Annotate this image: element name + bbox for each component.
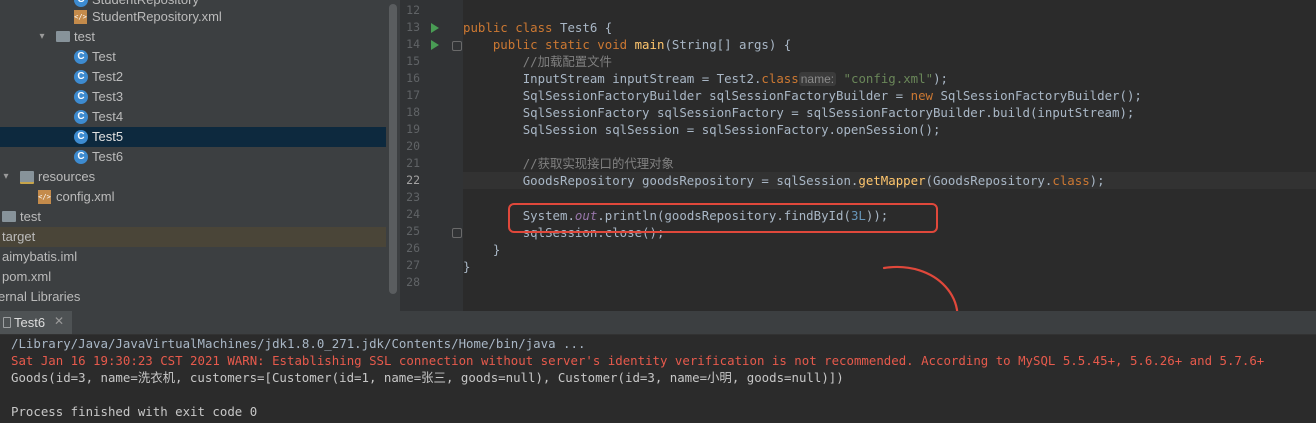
tree-item-resources[interactable]: ▾ resources — [0, 167, 386, 187]
code-line-15: //加载配置文件 — [522, 54, 612, 69]
class-icon: C — [74, 0, 88, 7]
tree-item-test-folder[interactable]: ▾ test — [0, 27, 386, 47]
line-number: 16 — [406, 71, 420, 85]
tree-item-aimybatis-iml[interactable]: aimybatis.iml — [0, 247, 386, 267]
line-number: 24 — [406, 207, 420, 221]
tree-item-test6[interactable]: C Test6 — [0, 147, 386, 167]
tree-item-pom-xml[interactable]: pom.xml — [0, 267, 386, 287]
line-number: 13 — [406, 20, 420, 34]
code-line-18: SqlSessionFactory sqlSessionFactory = sq… — [522, 105, 1135, 120]
project-tree: C StudentRepository </> StudentRepositor… — [0, 0, 400, 311]
console-warning-line: Sat Jan 16 19:30:23 CST 2021 WARN: Estab… — [11, 353, 1265, 368]
fold-marker-icon[interactable] — [452, 41, 462, 51]
tree-item-test4[interactable]: C Test4 — [0, 107, 386, 127]
highlight-box-annotation — [508, 203, 938, 233]
line-number: 19 — [406, 122, 420, 136]
class-icon: C — [74, 150, 88, 164]
class-icon: C — [74, 110, 88, 124]
run-tab-bar: Test6 ✕ — [0, 311, 1316, 335]
tree-scrollbar[interactable] — [389, 4, 397, 294]
line-number: 21 — [406, 156, 420, 170]
tree-item-target[interactable]: target — [0, 227, 386, 247]
console-output-line: Goods(id=3, name=洗衣机, customers=[Custome… — [11, 370, 844, 385]
fold-marker-icon[interactable] — [452, 228, 462, 238]
tree-item-test[interactable]: C Test — [0, 47, 386, 67]
console-exit-line: Process finished with exit code 0 — [11, 404, 258, 419]
run-class-icon[interactable] — [431, 23, 439, 33]
resources-folder-icon — [20, 171, 34, 184]
tree-item-config-xml[interactable]: </> config.xml — [0, 187, 386, 207]
tree-item-studentrepository-xml[interactable]: </> StudentRepository.xml — [0, 7, 386, 27]
run-main-icon[interactable] — [431, 40, 439, 50]
class-icon: C — [74, 70, 88, 84]
xml-file-icon: </> — [38, 190, 51, 204]
folder-icon — [56, 31, 70, 42]
code-line-17: SqlSessionFactoryBuilder sqlSessionFacto… — [522, 88, 1142, 103]
code-line-19: SqlSession sqlSession = sqlSessionFactor… — [522, 122, 941, 137]
run-console[interactable]: /Library/Java/JavaVirtualMachines/jdk1.8… — [0, 335, 1316, 423]
line-number-current: 22 — [406, 173, 420, 187]
run-tab-test6[interactable]: Test6 ✕ — [0, 311, 72, 334]
line-number: 17 — [406, 88, 420, 102]
line-number: 14 — [406, 37, 420, 51]
tree-item-test2[interactable]: C Test2 — [0, 67, 386, 87]
code-line-13: public class Test6 { — [463, 20, 613, 35]
line-number: 25 — [406, 224, 420, 238]
parameter-hint: name: — [798, 72, 837, 86]
line-number: 15 — [406, 54, 420, 68]
tree-item-test3[interactable]: C Test3 — [0, 87, 386, 107]
console-command-line[interactable]: /Library/Java/JavaVirtualMachines/jdk1.8… — [11, 335, 585, 352]
tree-item-test5[interactable]: C Test5 — [0, 127, 386, 147]
class-icon: C — [74, 50, 88, 64]
xml-file-icon: </> — [74, 10, 87, 24]
class-icon: C — [74, 90, 88, 104]
code-line-21: //获取实现接口的代理对象 — [522, 156, 674, 171]
chevron-down-icon[interactable]: ▾ — [0, 167, 12, 187]
line-number: 18 — [406, 105, 420, 119]
line-number: 28 — [406, 275, 420, 289]
tree-item-external-libraries[interactable]: ernal Libraries — [0, 287, 386, 307]
folder-icon — [2, 211, 16, 222]
line-number: 23 — [406, 190, 420, 204]
line-number: 26 — [406, 241, 420, 255]
tree-item-test-dir[interactable]: test — [0, 207, 386, 227]
code-line-14: public static void main(String[] args) { — [492, 37, 792, 52]
line-number: 27 — [406, 258, 420, 272]
close-icon[interactable]: ✕ — [54, 314, 64, 328]
class-icon: C — [74, 130, 88, 144]
code-line-16: InputStream inputStream = Test2.class nam… — [522, 71, 948, 86]
console-icon — [3, 317, 11, 328]
code-line-22-current: GoodsRepository goodsRepository = sqlSes… — [463, 172, 1316, 189]
code-line-26: } — [492, 242, 501, 257]
line-number: 20 — [406, 139, 420, 153]
chevron-down-icon[interactable]: ▾ — [36, 27, 48, 47]
line-number: 12 — [406, 3, 420, 17]
